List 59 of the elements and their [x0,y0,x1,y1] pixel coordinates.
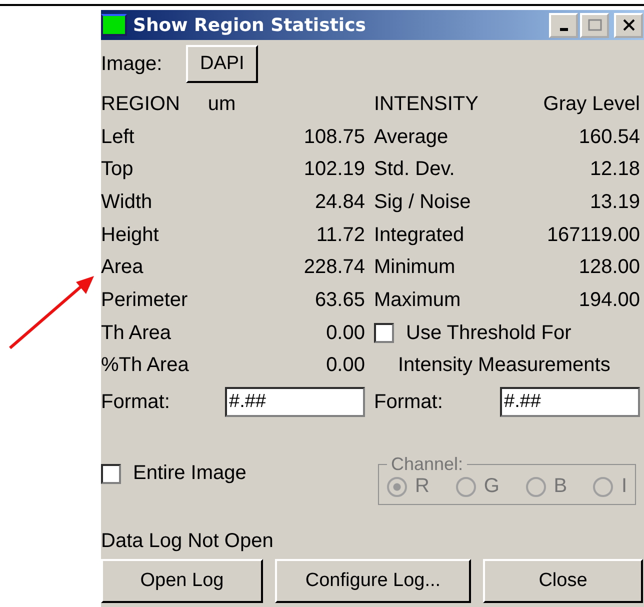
stat-value: 102.19 [304,158,365,182]
status-text: Data Log Not Open [101,528,274,554]
stat-label: Integrated [374,224,464,247]
radio-label: B [554,475,568,498]
stat-value: 167119.00 [546,224,640,247]
stat-label: Top [101,158,134,182]
checkbox-label: Use Threshold For [406,322,572,345]
stat-value: 108.75 [304,126,365,149]
intensity-heading: INTENSITY [374,92,478,116]
close-icon [622,19,634,31]
image-label: Image: [101,52,162,76]
dialog-button[interactable]: Open Log [101,559,263,604]
minimize-icon [560,28,568,30]
stat-label: Height [101,224,159,247]
stat-label: Maximum [374,288,461,312]
region-heading: REGION [101,92,180,116]
group-label: Channel: [390,454,464,476]
dialog-button[interactable]: Configure Log... [275,559,471,604]
format-label: Format: [101,390,170,414]
checkbox-label: Intensity Measurements [397,354,612,378]
stat-value: 12.18 [590,158,640,182]
format-field[interactable]: #.## [225,387,365,418]
radio-label: I [621,475,627,498]
close-button[interactable] [614,12,643,38]
stat-value: 194.00 [578,288,640,312]
entire-image-checkbox[interactable] [101,464,121,484]
image-button[interactable]: DAPI [186,45,258,83]
stat-value: 63.65 [314,288,365,312]
app-icon [101,14,127,36]
stat-label: %Th Area [101,354,189,378]
window-title: Show Region Statistics [133,14,367,36]
minimize-button[interactable] [549,12,578,38]
stat-value: 128.00 [578,256,640,280]
format-label: Format: [374,390,443,414]
unit-label: Gray Level [543,92,640,116]
stat-label: Perimeter [101,288,188,312]
stat-value: 13.19 [590,190,640,214]
stat-label: Std. Dev. [374,158,455,182]
stat-value: 228.74 [304,256,365,280]
radio-label: R [415,475,430,498]
stat-label: Area [101,256,144,280]
stat-label: Th Area [101,322,172,345]
format-field[interactable]: #.## [500,387,640,418]
stat-label: Sig / Noise [374,190,471,214]
maximize-icon [588,19,602,31]
threshold-checkbox[interactable] [374,323,394,344]
stat-value: 0.00 [326,354,365,378]
stat-label: Left [101,126,134,149]
dialog-button[interactable]: Close [483,559,643,604]
radio-label: G [484,475,500,498]
checkbox-label: Entire Image [133,462,246,486]
stat-value: 24.84 [314,190,365,214]
stat-value: 160.54 [578,126,640,149]
stat-value: 11.72 [316,224,365,247]
stat-value: 0.00 [326,322,365,345]
stat-label: Minimum [374,256,456,280]
stat-label: Width [101,190,152,214]
stat-label: Average [374,126,448,149]
unit-label: um [208,92,236,116]
